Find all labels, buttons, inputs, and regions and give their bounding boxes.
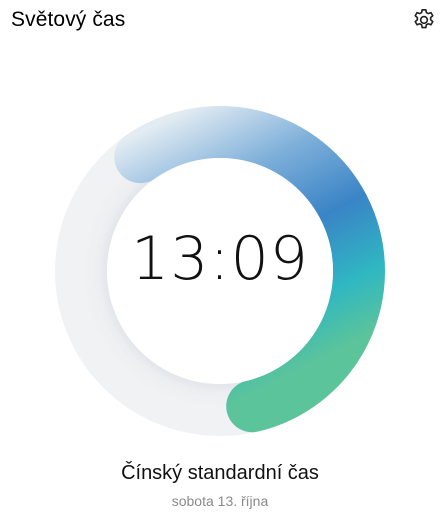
app-header: Světový čas xyxy=(0,0,440,40)
clock-time: 13:09 xyxy=(131,224,309,294)
settings-button[interactable] xyxy=(410,6,438,34)
date-label: sobota 13. října xyxy=(171,493,269,509)
page-title: Světový čas xyxy=(11,8,126,31)
timezone-name: Čínský standardní čas xyxy=(121,462,319,484)
gear-icon xyxy=(411,7,437,33)
